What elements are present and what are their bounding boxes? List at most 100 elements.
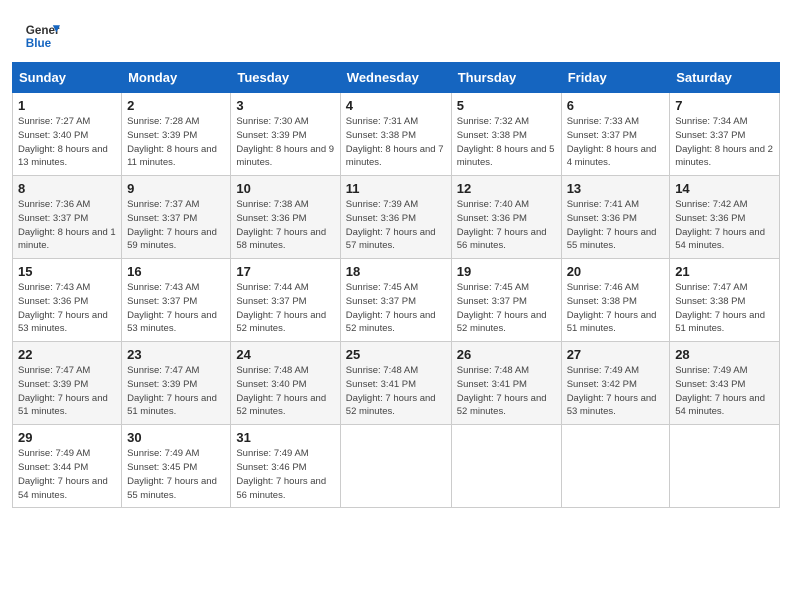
- col-header-saturday: Saturday: [670, 63, 780, 93]
- day-number: 28: [675, 347, 774, 362]
- day-number: 26: [457, 347, 556, 362]
- calendar-day-cell: 10Sunrise: 7:38 AM Sunset: 3:36 PM Dayli…: [231, 176, 340, 259]
- calendar-day-cell: 29 Sunrise: 7:49 AM Sunset: 3:44 PM Dayli…: [13, 425, 122, 508]
- day-number: 3: [236, 98, 334, 113]
- calendar-day-cell: 7 Sunrise: 7:34 AM Sunset: 3:37 PM Daylig…: [670, 93, 780, 176]
- day-number: 6: [567, 98, 665, 113]
- calendar-day-cell: 28 Sunrise: 7:49 AM Sunset: 3:43 PM Dayli…: [670, 342, 780, 425]
- col-header-wednesday: Wednesday: [340, 63, 451, 93]
- page-header: General Blue: [0, 0, 792, 62]
- calendar-day-cell: 13Sunrise: 7:41 AM Sunset: 3:36 PM Dayli…: [561, 176, 670, 259]
- day-number: 5: [457, 98, 556, 113]
- calendar-day-cell: 15 Sunrise: 7:43 AM Sunset: 3:36 PM Dayli…: [13, 259, 122, 342]
- logo-icon: General Blue: [24, 18, 60, 54]
- calendar-day-cell: 2 Sunrise: 7:28 AM Sunset: 3:39 PM Daylig…: [122, 93, 231, 176]
- calendar-week-row: 22 Sunrise: 7:47 AM Sunset: 3:39 PM Dayli…: [13, 342, 780, 425]
- calendar-day-cell: 25 Sunrise: 7:48 AM Sunset: 3:41 PM Dayli…: [340, 342, 451, 425]
- day-number: 8: [18, 181, 116, 196]
- day-number: 29: [18, 430, 116, 445]
- day-number: 4: [346, 98, 446, 113]
- calendar-week-row: 29 Sunrise: 7:49 AM Sunset: 3:44 PM Dayli…: [13, 425, 780, 508]
- day-detail: Sunrise: 7:46 AM Sunset: 3:38 PM Dayligh…: [567, 281, 665, 336]
- day-detail: Sunrise: 7:36 AM Sunset: 3:37 PM Dayligh…: [18, 198, 116, 253]
- calendar-header-row: SundayMondayTuesdayWednesdayThursdayFrid…: [13, 63, 780, 93]
- calendar-day-cell: 31 Sunrise: 7:49 AM Sunset: 3:46 PM Dayli…: [231, 425, 340, 508]
- day-detail: Sunrise: 7:33 AM Sunset: 3:37 PM Dayligh…: [567, 115, 665, 170]
- day-detail: Sunrise: 7:45 AM Sunset: 3:37 PM Dayligh…: [346, 281, 446, 336]
- day-detail: Sunrise: 7:28 AM Sunset: 3:39 PM Dayligh…: [127, 115, 225, 170]
- empty-cell: [670, 425, 780, 508]
- day-detail: Sunrise: 7:49 AM Sunset: 3:44 PM Dayligh…: [18, 447, 116, 502]
- day-detail: Sunrise: 7:48 AM Sunset: 3:40 PM Dayligh…: [236, 364, 334, 419]
- calendar-day-cell: 14Sunrise: 7:42 AM Sunset: 3:36 PM Dayli…: [670, 176, 780, 259]
- calendar-wrapper: SundayMondayTuesdayWednesdayThursdayFrid…: [0, 62, 792, 520]
- calendar-day-cell: 9Sunrise: 7:37 AM Sunset: 3:37 PM Daylig…: [122, 176, 231, 259]
- day-number: 23: [127, 347, 225, 362]
- calendar-day-cell: 17Sunrise: 7:44 AM Sunset: 3:37 PM Dayli…: [231, 259, 340, 342]
- day-number: 25: [346, 347, 446, 362]
- day-detail: Sunrise: 7:31 AM Sunset: 3:38 PM Dayligh…: [346, 115, 446, 170]
- day-number: 20: [567, 264, 665, 279]
- day-number: 7: [675, 98, 774, 113]
- day-number: 30: [127, 430, 225, 445]
- calendar-day-cell: 30 Sunrise: 7:49 AM Sunset: 3:45 PM Dayli…: [122, 425, 231, 508]
- day-number: 1: [18, 98, 116, 113]
- day-detail: Sunrise: 7:45 AM Sunset: 3:37 PM Dayligh…: [457, 281, 556, 336]
- col-header-thursday: Thursday: [451, 63, 561, 93]
- day-detail: Sunrise: 7:34 AM Sunset: 3:37 PM Dayligh…: [675, 115, 774, 170]
- day-detail: Sunrise: 7:49 AM Sunset: 3:45 PM Dayligh…: [127, 447, 225, 502]
- day-detail: Sunrise: 7:43 AM Sunset: 3:37 PM Dayligh…: [127, 281, 225, 336]
- logo: General Blue: [24, 18, 60, 54]
- day-detail: Sunrise: 7:48 AM Sunset: 3:41 PM Dayligh…: [346, 364, 446, 419]
- day-number: 15: [18, 264, 116, 279]
- calendar-day-cell: 20 Sunrise: 7:46 AM Sunset: 3:38 PM Dayli…: [561, 259, 670, 342]
- calendar-day-cell: 8 Sunrise: 7:36 AM Sunset: 3:37 PM Daylig…: [13, 176, 122, 259]
- col-header-monday: Monday: [122, 63, 231, 93]
- day-detail: Sunrise: 7:39 AM Sunset: 3:36 PM Dayligh…: [346, 198, 446, 253]
- day-detail: Sunrise: 7:30 AM Sunset: 3:39 PM Dayligh…: [236, 115, 334, 170]
- day-number: 21: [675, 264, 774, 279]
- day-detail: Sunrise: 7:38 AM Sunset: 3:36 PM Dayligh…: [236, 198, 334, 253]
- svg-text:Blue: Blue: [26, 37, 52, 50]
- calendar-day-cell: 27 Sunrise: 7:49 AM Sunset: 3:42 PM Dayli…: [561, 342, 670, 425]
- day-number: 12: [457, 181, 556, 196]
- day-number: 18: [346, 264, 446, 279]
- day-detail: Sunrise: 7:41 AM Sunset: 3:36 PM Dayligh…: [567, 198, 665, 253]
- empty-cell: [561, 425, 670, 508]
- day-detail: Sunrise: 7:49 AM Sunset: 3:43 PM Dayligh…: [675, 364, 774, 419]
- day-detail: Sunrise: 7:43 AM Sunset: 3:36 PM Dayligh…: [18, 281, 116, 336]
- calendar-week-row: 8 Sunrise: 7:36 AM Sunset: 3:37 PM Daylig…: [13, 176, 780, 259]
- calendar-day-cell: 6 Sunrise: 7:33 AM Sunset: 3:37 PM Daylig…: [561, 93, 670, 176]
- calendar-day-cell: 19 Sunrise: 7:45 AM Sunset: 3:37 PM Dayli…: [451, 259, 561, 342]
- day-number: 11: [346, 181, 446, 196]
- calendar-day-cell: 22Sunrise: 7:47 AM Sunset: 3:39 PM Dayli…: [13, 342, 122, 425]
- day-detail: Sunrise: 7:37 AM Sunset: 3:37 PM Dayligh…: [127, 198, 225, 253]
- day-detail: Sunrise: 7:49 AM Sunset: 3:46 PM Dayligh…: [236, 447, 334, 502]
- calendar-day-cell: 24 Sunrise: 7:48 AM Sunset: 3:40 PM Dayli…: [231, 342, 340, 425]
- calendar-day-cell: 3 Sunrise: 7:30 AM Sunset: 3:39 PM Daylig…: [231, 93, 340, 176]
- calendar-day-cell: 11 Sunrise: 7:39 AM Sunset: 3:36 PM Dayli…: [340, 176, 451, 259]
- calendar-week-row: 15 Sunrise: 7:43 AM Sunset: 3:36 PM Dayli…: [13, 259, 780, 342]
- day-detail: Sunrise: 7:48 AM Sunset: 3:41 PM Dayligh…: [457, 364, 556, 419]
- col-header-tuesday: Tuesday: [231, 63, 340, 93]
- day-detail: Sunrise: 7:47 AM Sunset: 3:38 PM Dayligh…: [675, 281, 774, 336]
- day-number: 16: [127, 264, 225, 279]
- day-number: 14: [675, 181, 774, 196]
- day-number: 2: [127, 98, 225, 113]
- day-number: 31: [236, 430, 334, 445]
- day-detail: Sunrise: 7:47 AM Sunset: 3:39 PM Dayligh…: [127, 364, 225, 419]
- empty-cell: [451, 425, 561, 508]
- day-number: 24: [236, 347, 334, 362]
- col-header-sunday: Sunday: [13, 63, 122, 93]
- calendar-day-cell: 26 Sunrise: 7:48 AM Sunset: 3:41 PM Dayli…: [451, 342, 561, 425]
- day-number: 27: [567, 347, 665, 362]
- day-number: 22: [18, 347, 116, 362]
- day-detail: Sunrise: 7:40 AM Sunset: 3:36 PM Dayligh…: [457, 198, 556, 253]
- day-number: 19: [457, 264, 556, 279]
- calendar-day-cell: 12 Sunrise: 7:40 AM Sunset: 3:36 PM Dayli…: [451, 176, 561, 259]
- day-detail: Sunrise: 7:49 AM Sunset: 3:42 PM Dayligh…: [567, 364, 665, 419]
- day-detail: Sunrise: 7:44 AM Sunset: 3:37 PM Dayligh…: [236, 281, 334, 336]
- calendar-day-cell: 16 Sunrise: 7:43 AM Sunset: 3:37 PM Dayli…: [122, 259, 231, 342]
- calendar-day-cell: 23 Sunrise: 7:47 AM Sunset: 3:39 PM Dayli…: [122, 342, 231, 425]
- day-detail: Sunrise: 7:27 AM Sunset: 3:40 PM Dayligh…: [18, 115, 116, 170]
